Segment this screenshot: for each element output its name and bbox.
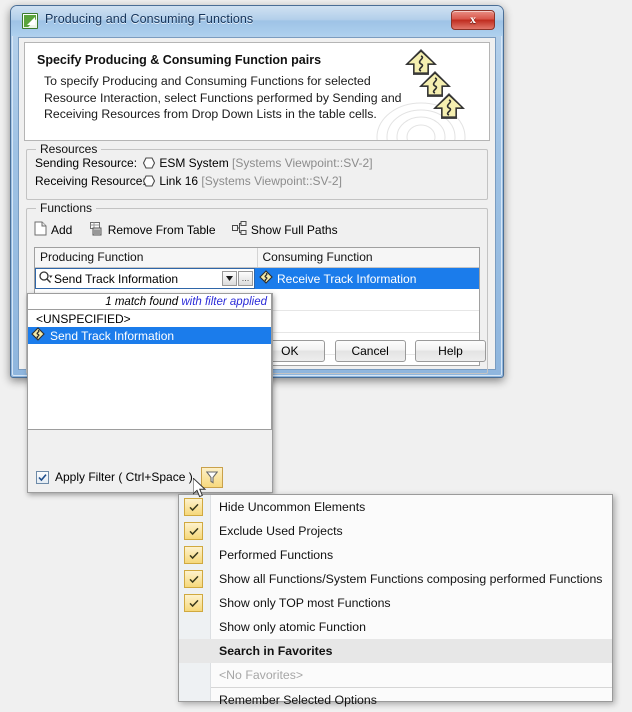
- sending-resource-label: Sending Resource:: [35, 156, 138, 170]
- menu-item-show-only-top-most-functions[interactable]: Show only TOP most Functions: [179, 591, 612, 615]
- dialog-button-bar: OK Cancel Help: [248, 340, 486, 362]
- check-icon: [184, 498, 203, 516]
- close-button[interactable]: x: [451, 10, 495, 30]
- remove-from-table-label: Remove From Table: [107, 223, 216, 237]
- window-title: Producing and Consuming Functions: [45, 12, 254, 26]
- receiving-resource-row: Receiving Resource: Link 16 [Systems Vie…: [35, 174, 342, 188]
- menu-item-remember-selected-options[interactable]: Remember Selected Options: [179, 688, 612, 712]
- menu-item-label: Show only atomic Function: [219, 620, 366, 634]
- apply-filter-label: Apply Filter ( Ctrl+Space ): [55, 470, 193, 484]
- search-input[interactable]: [54, 271, 222, 286]
- banner-description: To specify Producing and Consuming Funct…: [44, 74, 402, 121]
- function-icon: [31, 327, 45, 344]
- table-header-row: Producing Function Consuming Function: [35, 248, 479, 268]
- dropdown-result-list[interactable]: <UNSPECIFIED> Send Track Information: [28, 310, 272, 430]
- menu-item-label: Exclude Used Projects: [219, 524, 343, 538]
- function-icon: [259, 270, 273, 287]
- match-count-status: 1 match found with filter applied: [28, 294, 272, 310]
- filter-applied-text: with filter applied: [181, 296, 267, 308]
- resources-legend: Resources: [36, 142, 102, 156]
- browse-ellipsis-button[interactable]: …: [238, 271, 253, 286]
- check-icon: [184, 570, 203, 588]
- table-row: … Receive Track Information: [35, 268, 479, 289]
- receiving-resource-name: Link 16: [159, 174, 199, 188]
- remove-from-table-button[interactable]: Remove From Table: [89, 221, 216, 239]
- menu-item-hide-uncommon-elements[interactable]: Hide Uncommon Elements: [179, 495, 612, 519]
- functions-legend: Functions: [36, 201, 97, 215]
- functions-toolbar: Add Remove From Table Show Full Paths: [34, 221, 351, 241]
- banner: Specify Producing & Consuming Function p…: [24, 42, 490, 141]
- list-item-send-track-information[interactable]: Send Track Information: [28, 327, 271, 344]
- new-document-icon: [34, 221, 51, 239]
- add-label: Add: [51, 223, 73, 237]
- list-item-label: <UNSPECIFIED>: [36, 311, 131, 326]
- show-full-paths-label: Show Full Paths: [250, 223, 338, 237]
- sending-resource-name: ESM System: [159, 156, 229, 170]
- menu-item-exclude-used-projects[interactable]: Exclude Used Projects: [179, 519, 612, 543]
- column-header-consuming-function[interactable]: Consuming Function: [258, 248, 480, 267]
- cancel-button[interactable]: Cancel: [334, 340, 406, 362]
- cell-consuming-function[interactable]: Receive Track Information: [255, 268, 479, 289]
- menu-item-no-favorites: <No Favorites>: [179, 663, 612, 687]
- menu-item-label: Hide Uncommon Elements: [219, 500, 366, 514]
- menu-item-performed-functions[interactable]: Performed Functions: [179, 543, 612, 567]
- apply-filter-checkbox[interactable]: [36, 470, 49, 484]
- menu-item-label: <No Favorites>: [219, 668, 304, 682]
- menu-item-label: Show all Functions/System Functions comp…: [219, 572, 603, 586]
- funnel-icon: [205, 470, 218, 484]
- resource-hex-icon: [143, 157, 156, 169]
- check-icon: [184, 522, 203, 540]
- consuming-function-label: Receive Track Information: [277, 271, 417, 286]
- menu-item-label: Show only TOP most Functions: [219, 596, 391, 610]
- producing-function-editor[interactable]: …: [35, 268, 255, 289]
- banner-heading: Specify Producing & Consuming Function p…: [37, 53, 322, 67]
- title-bar[interactable]: Producing and Consuming Functions x: [11, 6, 503, 36]
- menu-item-show-only-atomic-function[interactable]: Show only atomic Function: [179, 615, 612, 639]
- resource-hex-icon: [143, 175, 156, 187]
- filter-options-button[interactable]: [200, 466, 223, 488]
- check-icon: [184, 546, 203, 564]
- show-full-paths-button[interactable]: Show Full Paths: [231, 221, 338, 239]
- receiving-resource-label: Receiving Resource:: [35, 174, 146, 188]
- list-item-label: Send Track Information: [50, 328, 175, 343]
- filter-options-menu: Hide Uncommon Elements Exclude Used Proj…: [178, 494, 613, 707]
- menu-item-label: Search in Favorites: [219, 644, 333, 658]
- dropdown-footer: Apply Filter ( Ctrl+Space ): [28, 462, 272, 492]
- menu-item-label: Remember Selected Options: [219, 693, 377, 707]
- banner-illustration-icon: [375, 45, 485, 140]
- show-full-paths-icon: [231, 221, 251, 239]
- menu-item-search-in-favorites[interactable]: Search in Favorites: [179, 639, 612, 663]
- resources-group: Resources Sending Resource: ESM System […: [26, 142, 488, 200]
- column-header-producing-function[interactable]: Producing Function: [35, 248, 258, 267]
- match-count-text: 1 match found: [105, 296, 182, 308]
- search-dropdown-panel: 1 match found with filter applied <UNSPE…: [27, 293, 273, 493]
- menu-item-label: Performed Functions: [219, 548, 334, 562]
- menu-item-show-all-functions[interactable]: Show all Functions/System Functions comp…: [179, 567, 612, 591]
- close-icon: x: [470, 12, 476, 26]
- cell-producing-function[interactable]: …: [35, 268, 255, 289]
- dropdown-arrow-button[interactable]: [222, 271, 237, 286]
- sending-resource-row: Sending Resource: ESM System [Systems Vi…: [35, 156, 373, 170]
- add-button[interactable]: Add: [34, 221, 72, 239]
- sending-resource-path: [Systems Viewpoint::SV-2]: [232, 156, 373, 170]
- remove-row-icon: [89, 221, 108, 239]
- app-icon: [22, 13, 38, 29]
- receiving-resource-path: [Systems Viewpoint::SV-2]: [201, 174, 342, 188]
- list-item-unspecified[interactable]: <UNSPECIFIED>: [28, 310, 271, 327]
- check-icon: [184, 594, 203, 612]
- help-button[interactable]: Help: [415, 340, 486, 362]
- search-icon: [38, 270, 53, 288]
